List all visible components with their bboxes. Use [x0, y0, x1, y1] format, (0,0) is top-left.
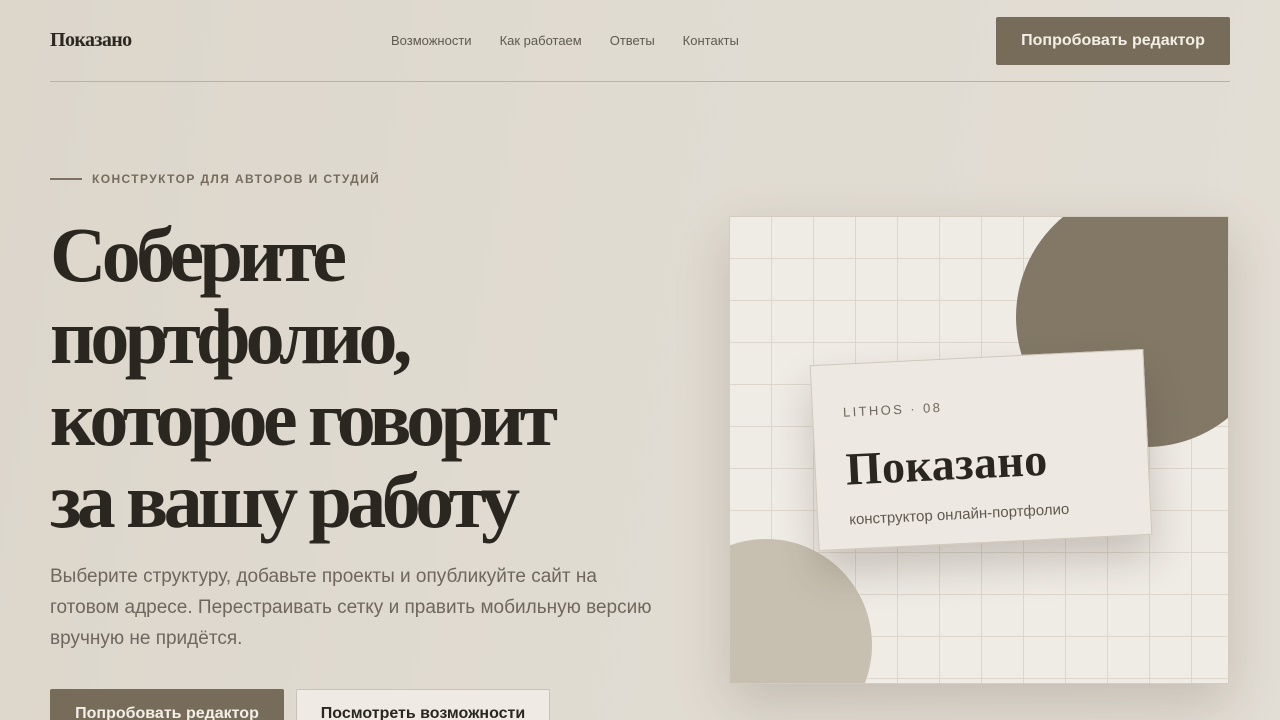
headline-line: которое говорит	[50, 375, 558, 462]
view-features-button[interactable]: Посмотреть возможности	[296, 689, 550, 720]
label-subtitle: конструктор онлайн-портфолио	[848, 500, 1070, 529]
main-nav: Возможности Как работаем Ответы Контакты	[391, 33, 767, 48]
header-try-editor-button[interactable]: Попробовать редактор	[996, 17, 1230, 65]
eyebrow: КОНСТРУКТОР ДЛЯ АВТОРОВ И СТУДИЙ	[50, 172, 380, 186]
hero-description: Выберите структуру, добавьте проекты и о…	[50, 566, 652, 649]
label-kicker: LITHOS · 08	[842, 399, 943, 420]
label-brand: Показано	[844, 433, 1049, 495]
nav-link-faq[interactable]: Ответы	[610, 33, 655, 48]
nav-link-contacts[interactable]: Контакты	[683, 33, 739, 48]
logo[interactable]: Показано	[50, 29, 132, 52]
nav-link-features[interactable]: Возможности	[391, 33, 472, 48]
eyebrow-text: КОНСТРУКТОР ДЛЯ АВТОРОВ И СТУДИЙ	[92, 172, 381, 186]
brand-label-card: LITHOS · 08 Показано конструктор онлайн-…	[809, 348, 1153, 552]
try-editor-button[interactable]: Попробовать редактор	[50, 689, 284, 720]
headline-line: Соберите	[50, 211, 347, 298]
hero-cta-row: Попробовать редактор Посмотреть возможно…	[50, 689, 550, 720]
hero-headline: Соберите портфолио, которое говорит за в…	[50, 214, 670, 542]
decorative-circle-small	[730, 539, 872, 683]
headline-line: за вашу работу	[50, 457, 520, 544]
headline-line: портфолио,	[50, 293, 412, 380]
eyebrow-line	[50, 178, 82, 180]
nav-link-how-we-work[interactable]: Как работаем	[500, 33, 582, 48]
hero-preview-image: LITHOS · 08 Показано конструктор онлайн-…	[729, 216, 1229, 684]
site-header: Показано Возможности Как работаем Ответы…	[50, 0, 1230, 82]
